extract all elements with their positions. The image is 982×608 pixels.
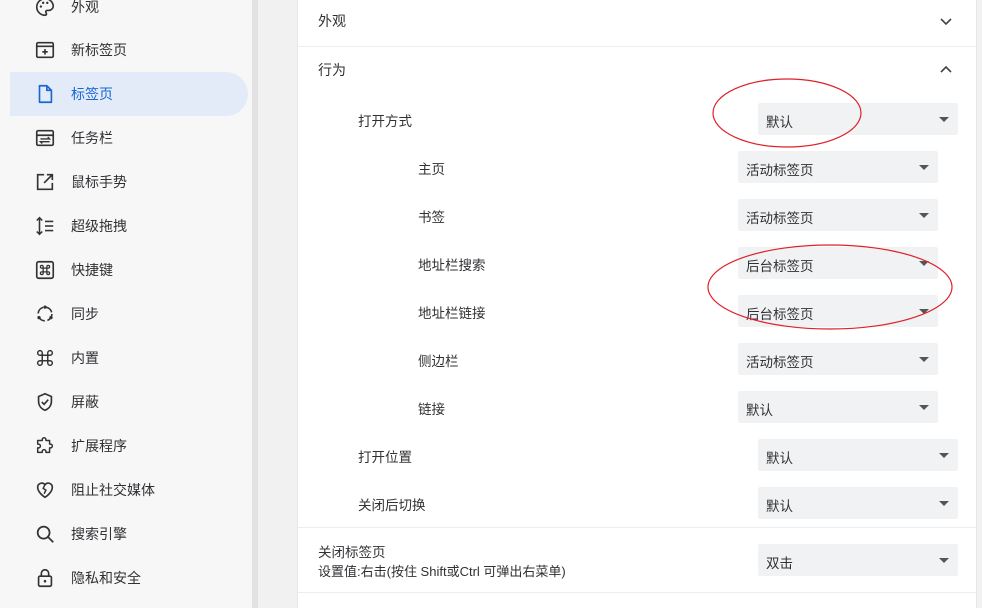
page-edge [977,0,982,608]
sidebar-item-block-social[interactable]: 阻止社交媒体 [10,468,248,512]
sidebar-item-taskbar[interactable]: 任务栏 [10,116,248,160]
select-value: 默认 [766,451,793,466]
settings-sidebar: 外观 新标签页 标签页 任务栏 鼠标手势 超级拖拽 快捷键 同步 内置 屏蔽 扩… [0,0,252,608]
switch-after-close-select[interactable]: 默认 [758,487,958,519]
sidebar-setting-select[interactable]: 活动标签页 [738,343,938,375]
sidebar-item-label: 隐私和安全 [71,570,141,586]
select-value: 活动标签页 [746,355,814,370]
divider [298,527,976,528]
select-value: 活动标签页 [746,211,814,226]
caret-down-icon [919,309,929,314]
content-gutter [258,0,297,608]
caret-down-icon [919,165,929,170]
select-value: 默认 [746,403,773,418]
sidebar-setting-label: 侧边栏 [418,354,459,369]
caret-down-icon [939,558,949,563]
home-select[interactable]: 活动标签页 [738,151,938,183]
chevron-up-icon [940,65,952,73]
taskbar-icon [34,127,56,149]
caret-down-icon [939,117,949,122]
bookmarks-label: 书签 [418,210,445,225]
sidebar-item-label: 新标签页 [71,42,127,58]
sidebar-item-search-engine[interactable]: 搜索引擎 [10,512,248,556]
sidebar-item-label: 任务栏 [71,130,113,146]
close-tab-hint: 设置值:右击(按住 Shift或Ctrl 可弹出右菜单) [318,564,566,579]
close-tab-select[interactable]: 双击 [758,544,958,576]
address-bar-search-label: 地址栏搜索 [418,258,486,273]
settings-panel: 外观 行为 打开方式 默认 主页 活动标签页 书签 活动标签页 地址栏搜索 后台… [297,0,977,608]
new-tab-icon [34,39,56,61]
home-label: 主页 [418,162,445,177]
caret-down-icon [919,261,929,266]
sidebar-item-shortcuts[interactable]: 快捷键 [10,248,248,292]
broken-heart-icon [34,479,56,501]
sidebar-item-mouse-gestures[interactable]: 鼠标手势 [10,160,248,204]
select-value: 后台标签页 [746,307,814,322]
open-position-label: 打开位置 [358,450,412,465]
chevron-down-icon [940,18,952,26]
address-bar-link-label: 地址栏链接 [418,306,486,321]
divider [298,592,976,593]
section-title: 行为 [318,62,346,78]
open-external-icon [34,171,56,193]
caret-down-icon [939,453,949,458]
sidebar-item-label: 屏蔽 [71,394,99,410]
sidebar-item-label: 扩展程序 [71,438,127,454]
drag-icon [34,215,56,237]
address-bar-search-select[interactable]: 后台标签页 [738,247,938,279]
caret-down-icon [919,405,929,410]
sidebar-item-label: 外观 [71,0,99,15]
sidebar-item-privacy[interactable]: 隐私和安全 [10,556,248,600]
sidebar-item-block[interactable]: 屏蔽 [10,380,248,424]
caret-down-icon [919,213,929,218]
sidebar-item-label: 搜索引擎 [71,526,127,542]
select-value: 默认 [766,499,793,514]
sync-icon [34,303,56,325]
open-position-select[interactable]: 默认 [758,439,958,471]
select-value: 后台标签页 [746,259,814,274]
bookmarks-select[interactable]: 活动标签页 [738,199,938,231]
sidebar-item-label: 标签页 [71,86,113,102]
open-method-select[interactable]: 默认 [758,103,958,135]
palette-icon [34,0,56,18]
sidebar-item-appearance[interactable]: 外观 [10,0,248,29]
sidebar-item-super-drag[interactable]: 超级拖拽 [10,204,248,248]
section-header-behavior[interactable]: 行为 [298,47,976,93]
lock-icon [34,567,56,589]
builtin-icon [34,347,56,369]
sidebar-item-label: 鼠标手势 [71,174,127,190]
switch-after-close-label: 关闭后切换 [358,498,426,513]
sidebar-item-label: 同步 [71,306,99,322]
caret-down-icon [939,501,949,506]
link-select[interactable]: 默认 [738,391,938,423]
select-value: 默认 [766,115,793,130]
sidebar-item-label: 快捷键 [71,262,113,278]
sidebar-item-label: 阻止社交媒体 [71,482,155,498]
section-title: 外观 [318,13,346,29]
sidebar-item-label: 超级拖拽 [71,218,127,234]
search-icon [34,523,56,545]
open-method-label: 打开方式 [358,114,412,129]
shield-icon [34,391,56,413]
document-icon [34,83,56,105]
sidebar-item-extensions[interactable]: 扩展程序 [10,424,248,468]
sidebar-item-sync[interactable]: 同步 [10,292,248,336]
sidebar-item-builtin[interactable]: 内置 [10,336,248,380]
sidebar-item-label: 内置 [71,350,99,366]
select-value: 双击 [766,556,793,571]
link-label: 链接 [418,402,445,417]
select-value: 活动标签页 [746,163,814,178]
caret-down-icon [919,357,929,362]
sidebar-item-new-tab[interactable]: 新标签页 [10,28,248,72]
puzzle-icon [34,435,56,457]
command-key-icon [34,259,56,281]
sidebar-item-tabs[interactable]: 标签页 [10,72,248,116]
close-tab-label: 关闭标签页 [318,545,386,560]
address-bar-link-select[interactable]: 后台标签页 [738,295,938,327]
section-header-appearance[interactable]: 外观 [298,0,976,44]
